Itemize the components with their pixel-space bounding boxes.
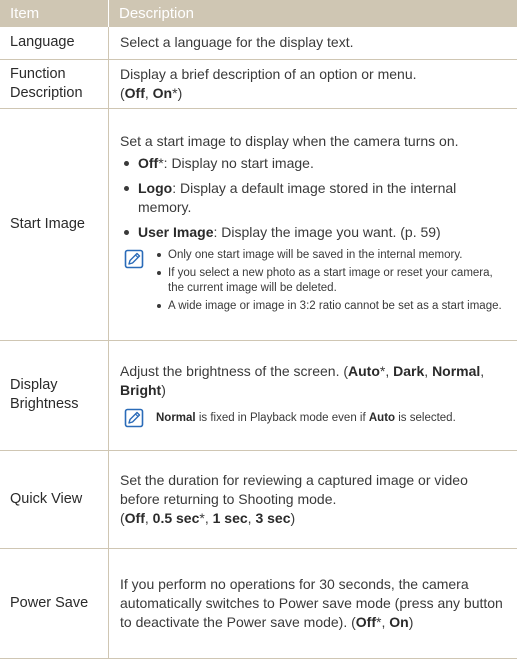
option-name: Logo: [138, 179, 173, 196]
paren-close: ): [408, 613, 414, 630]
row-item-quick-view: Quick View: [0, 450, 109, 549]
separator: *,: [376, 613, 390, 630]
table-row: Power Save If you perform no operations …: [0, 548, 517, 659]
option-text: : Display a default image stored in the …: [138, 179, 457, 215]
row-desc-language: Select a language for the display text.: [108, 27, 517, 60]
option-auto: Auto: [348, 363, 380, 379]
note-text-part: is fixed in Playback mode even if: [195, 411, 369, 424]
row-item-function-description: Function Description: [0, 59, 109, 109]
start-image-note: Only one start image will be saved in th…: [120, 248, 507, 317]
settings-table: Item Description Language Select a langu…: [0, 0, 517, 659]
option-normal: Normal: [432, 363, 481, 379]
option-3-sec: 3 sec: [255, 509, 291, 526]
separator: ,: [424, 363, 433, 379]
separator: ,: [480, 363, 485, 379]
paren-close: ): [161, 382, 166, 398]
brightness-note: Normal is fixed in Playback mode even if…: [120, 408, 507, 428]
function-description-text: Display a brief description of an option…: [120, 65, 417, 82]
power-save-desc: If you perform no operations for 30 seco…: [120, 575, 503, 630]
list-item: User Image: Display the image you want. …: [120, 223, 507, 242]
function-description-options: (Off, On*): [120, 84, 507, 103]
separator: ,: [144, 509, 153, 526]
quick-view-options: (Off, 0.5 sec*, 1 sec, 3 sec): [120, 509, 507, 528]
row-desc-function-description: Display a brief description of an option…: [108, 59, 517, 109]
table-row: Language Select a language for the displ…: [0, 27, 517, 60]
brightness-text: Adjust the brightness of the screen. (Au…: [120, 362, 507, 400]
row-item-display-brightness: Display Brightness: [0, 340, 109, 451]
paren-close: *): [172, 84, 183, 101]
separator: *,: [379, 363, 394, 379]
option-on: On: [152, 84, 173, 101]
table-row: Quick View Set the duration for reviewin…: [0, 450, 517, 549]
note-bold-auto: Auto: [368, 411, 396, 424]
option-dark: Dark: [393, 363, 425, 379]
option-off: Off: [355, 613, 377, 630]
note-pencil-icon: [124, 249, 144, 268]
list-item: Off*: Display no start image.: [120, 154, 507, 173]
option-off: Off: [124, 84, 145, 101]
table-row: Function Description Display a brief des…: [0, 59, 517, 109]
list-item: Logo: Display a default image stored in …: [120, 179, 507, 217]
note-pencil-icon: [124, 408, 144, 428]
option-text: *: Display no start image.: [158, 154, 314, 171]
start-image-text: Set a start image to display when the ca…: [120, 132, 459, 149]
note-list: Only one start image will be saved in th…: [156, 248, 507, 317]
note-text-part: is selected.: [395, 411, 456, 424]
note-bold-normal: Normal: [156, 411, 196, 424]
header-item: Item: [0, 0, 109, 27]
list-item: If you select a new photo as a start ima…: [156, 266, 507, 296]
list-item: Only one start image will be saved in th…: [156, 248, 507, 263]
separator: ,: [144, 84, 153, 101]
list-item: A wide image or image in 3:2 ratio canno…: [156, 299, 507, 314]
row-item-power-save: Power Save: [0, 548, 109, 659]
option-0-5-sec: 0.5 sec: [152, 509, 200, 526]
table-row: Start Image Set a start image to display…: [0, 108, 517, 341]
option-name: User Image: [138, 223, 214, 240]
row-item-language: Language: [0, 27, 109, 60]
paren-close: ): [290, 509, 296, 526]
option-on: On: [389, 613, 409, 630]
row-item-start-image: Start Image: [0, 108, 109, 341]
option-off: Off: [124, 509, 145, 526]
table-row: Display Brightness Adjust the brightness…: [0, 340, 517, 451]
option-1-sec: 1 sec: [212, 509, 248, 526]
table-header-row: Item Description: [0, 0, 517, 27]
option-bright: Bright: [120, 382, 162, 398]
row-desc-display-brightness: Adjust the brightness of the screen. (Au…: [108, 340, 517, 451]
row-desc-power-save: If you perform no operations for 30 seco…: [108, 548, 517, 659]
separator: *,: [199, 509, 213, 526]
option-text: : Display the image you want. (p. 59): [213, 223, 441, 240]
note-text: Normal is fixed in Playback mode even if…: [156, 409, 456, 428]
brightness-desc: Adjust the brightness of the screen. (: [120, 363, 349, 379]
header-description: Description: [108, 0, 517, 27]
row-desc-start-image: Set a start image to display when the ca…: [108, 108, 517, 341]
option-name: Off: [138, 154, 159, 171]
start-image-options: Off*: Display no start image. Logo: Disp…: [120, 154, 507, 242]
quick-view-text: Set the duration for reviewing a capture…: [120, 471, 468, 507]
row-desc-quick-view: Set the duration for reviewing a capture…: [108, 450, 517, 549]
